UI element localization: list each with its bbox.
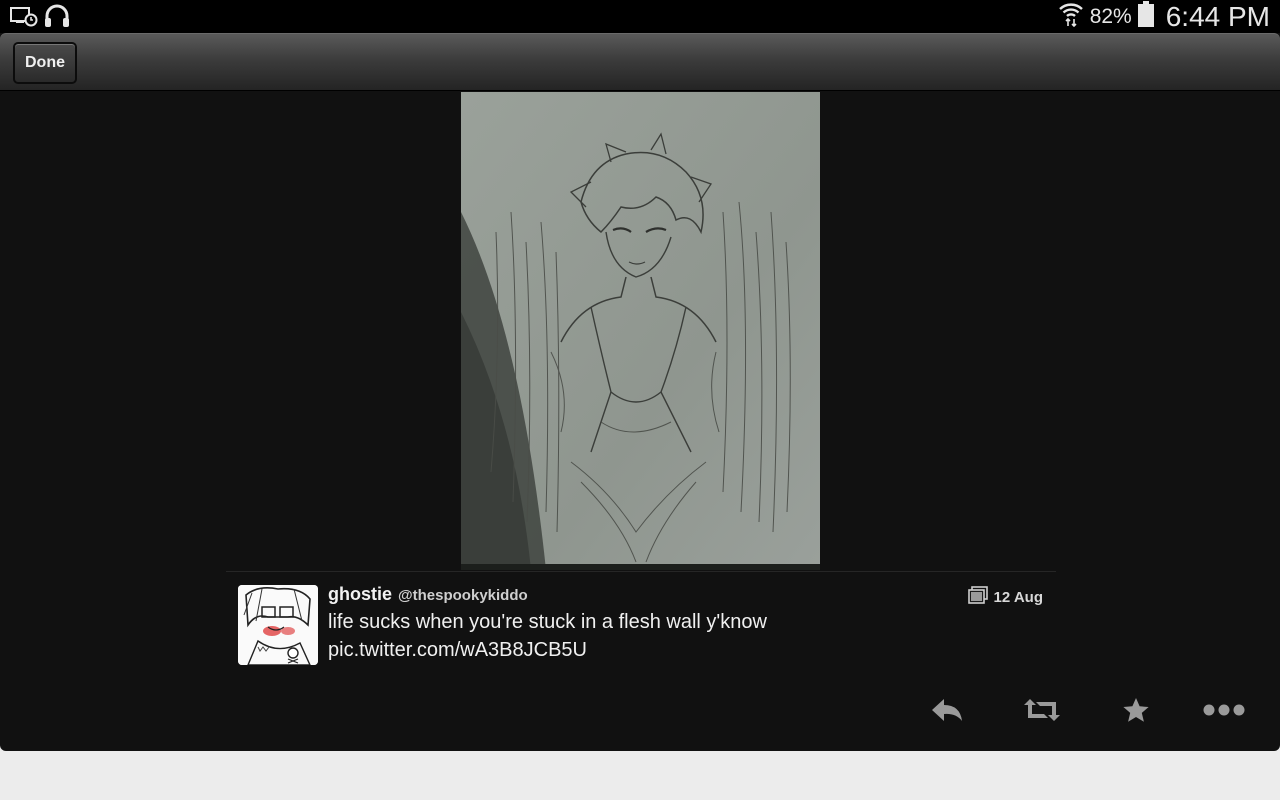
done-button[interactable]: Done — [13, 42, 77, 84]
battery-icon — [1137, 1, 1154, 32]
tweet-date: 12 Aug — [967, 586, 1043, 608]
status-clock: 6:44 PM — [1165, 0, 1270, 32]
favorite-star-icon[interactable] — [1114, 688, 1158, 732]
retweet-icon[interactable] — [1020, 688, 1064, 732]
more-options-icon[interactable] — [1200, 688, 1248, 732]
sketch-drawing — [461, 92, 820, 570]
status-left-icons — [10, 4, 70, 33]
photo-stack-icon — [967, 586, 988, 608]
battery-percentage: 82% — [1089, 4, 1132, 28]
top-toolbar: Done — [0, 33, 1280, 91]
tweet-body: life sucks when you're stuck in a flesh … — [328, 611, 767, 633]
media-viewer: Done ghostie @thespookykiddo life sucks … — [0, 33, 1280, 751]
screen-timer-icon — [10, 5, 38, 32]
author-name[interactable]: ghostie — [328, 584, 392, 605]
avatar-drawing — [238, 585, 318, 665]
tweet-photo[interactable] — [461, 92, 820, 570]
tweet-link[interactable]: pic.twitter.com/wA3B8JCB5U — [328, 636, 948, 664]
avatar[interactable] — [238, 585, 318, 665]
reply-icon[interactable] — [925, 688, 969, 732]
tweet-text: life sucks when you're stuck in a flesh … — [328, 608, 948, 664]
status-bar: 82% 6:44 PM — [0, 0, 1280, 33]
author-handle[interactable]: @thespookykiddo — [398, 587, 528, 604]
system-bottom-area — [0, 751, 1280, 800]
tweet-author[interactable]: ghostie @thespookykiddo — [328, 584, 528, 605]
date-label: 12 Aug — [993, 588, 1043, 606]
status-right: 82% 6:44 PM — [1058, 0, 1270, 33]
headphones-icon — [44, 4, 70, 33]
wifi-sync-icon — [1058, 0, 1084, 33]
tweet-divider — [226, 571, 1056, 572]
tweet-actions — [0, 688, 1280, 732]
